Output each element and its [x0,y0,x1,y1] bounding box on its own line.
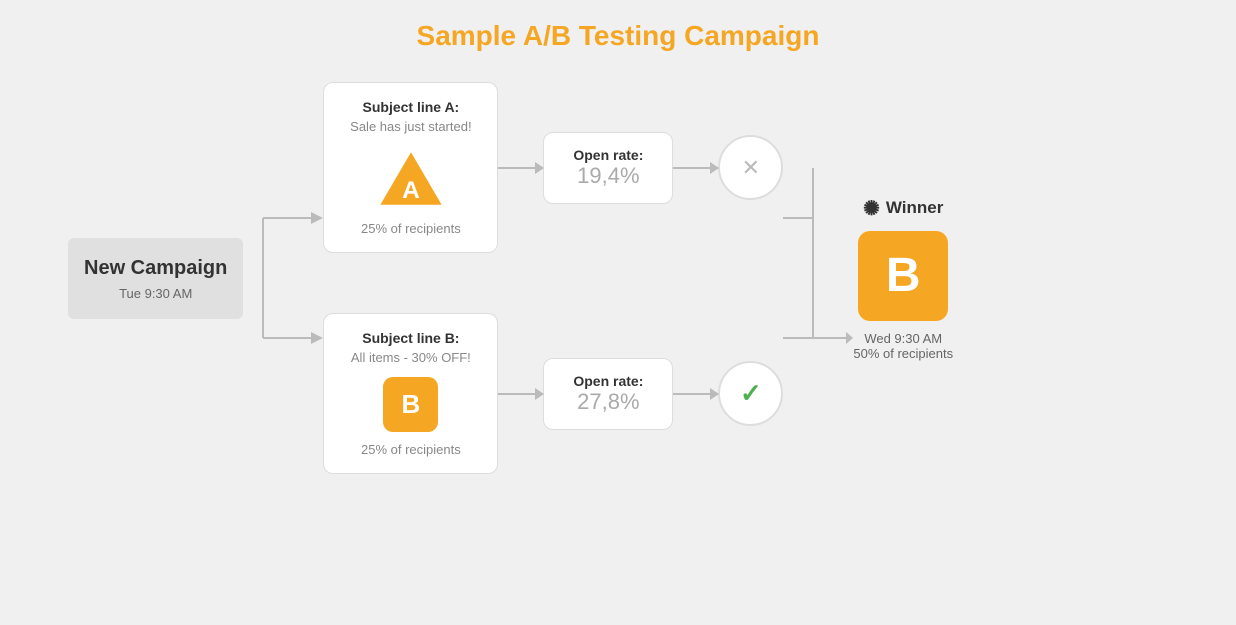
campaign-title: New Campaign [84,256,227,280]
b-square-icon: B [383,377,438,432]
open-rate-box-b: Open rate: 27,8% [543,358,673,430]
branch-a-row: Subject line A: Sale has just started! A… [323,82,783,253]
open-rate-value-b: 27,8% [564,389,652,415]
winner-label: Winner [886,198,943,218]
fork-arrows-svg [243,158,323,398]
subject-card-b: Subject line B: All items - 30% OFF! B 2… [323,313,498,474]
subject-text-b: All items - 30% OFF! [351,350,471,365]
open-rate-box-a: Open rate: 19,4% [543,132,673,204]
winner-label-row: ✺ Winner [863,196,943,221]
diagram: New Campaign Tue 9:30 AM Subject line A: [68,82,1168,474]
x-icon: ✕ [742,155,760,181]
page-title: Sample A/B Testing Campaign [417,20,820,52]
branch-b-row: Subject line B: All items - 30% OFF! B 2… [323,313,783,474]
recipients-a: 25% of recipients [361,221,461,236]
winner-time: Wed 9:30 AM 50% of recipients [853,331,953,361]
arrow-b-to-openrate [498,393,543,395]
campaign-box: New Campaign Tue 9:30 AM [68,238,243,319]
branches: Subject line A: Sale has just started! A… [323,82,783,474]
open-rate-value-a: 19,4% [564,163,652,189]
page-wrapper: Sample A/B Testing Campaign New Campaign… [0,0,1236,625]
subject-card-a: Subject line A: Sale has just started! A… [323,82,498,253]
subject-text-a: Sale has just started! [350,119,471,134]
sparkle-icon: ✺ [863,196,880,221]
winner-section: ✺ Winner B Wed 9:30 AM 50% of recipients [853,196,953,361]
open-rate-label-a: Open rate: [564,147,652,163]
triangle-a-icon: A [376,146,446,211]
svg-text:A: A [402,177,420,204]
result-circle-b: ✓ [718,361,783,426]
subject-label-b: Subject line B: [362,330,459,346]
check-icon: ✓ [740,378,762,409]
merge-arrows-svg [783,158,853,398]
open-rate-label-b: Open rate: [564,373,652,389]
subject-label-a: Subject line A: [363,99,460,115]
arrow-openrate-b-to-result [673,393,718,395]
recipients-b: 25% of recipients [361,442,461,457]
campaign-time: Tue 9:30 AM [84,286,227,301]
arrow-openrate-a-to-result [673,167,718,169]
arrow-a-to-openrate [498,167,543,169]
winner-b-box: B [858,231,948,321]
result-circle-a: ✕ [718,135,783,200]
